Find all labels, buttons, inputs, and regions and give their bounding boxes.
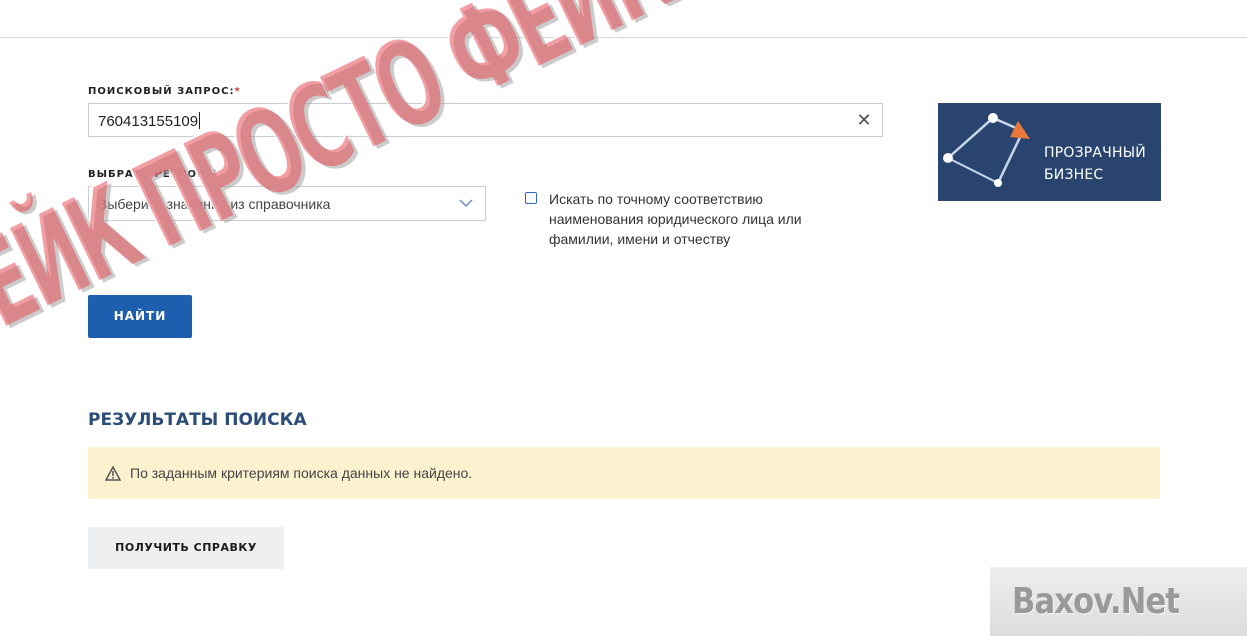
chevron-down-icon [459, 199, 473, 208]
exact-match-label: Искать по точному соответствию наименова… [549, 191, 802, 247]
transparent-business-logo[interactable]: ПРОЗРАЧНЫЙ БИЗНЕС [938, 103, 1161, 201]
watermark-text: Baxov.Net [1012, 581, 1180, 622]
close-icon[interactable]: ✕ [854, 109, 874, 131]
get-certificate-button[interactable]: ПОЛУЧИТЬ СПРАВКУ [88, 527, 284, 569]
exact-match-checkbox[interactable] [525, 192, 537, 204]
results-title: РЕЗУЛЬТАТЫ ПОИСКА [88, 410, 307, 430]
alert-text: По заданным критериям поиска данных не н… [130, 465, 473, 481]
warning-icon [105, 466, 121, 481]
search-query-label: ПОИСКОВЫЙ ЗАПРОС:* [88, 86, 241, 97]
no-results-alert: По заданным критериям поиска данных не н… [88, 447, 1160, 499]
logo-text-line2: БИЗНЕС [1044, 167, 1104, 183]
logo-text-line1: ПРОЗРАЧНЫЙ [1044, 145, 1146, 161]
site-watermark: Baxov.Net [990, 567, 1247, 636]
